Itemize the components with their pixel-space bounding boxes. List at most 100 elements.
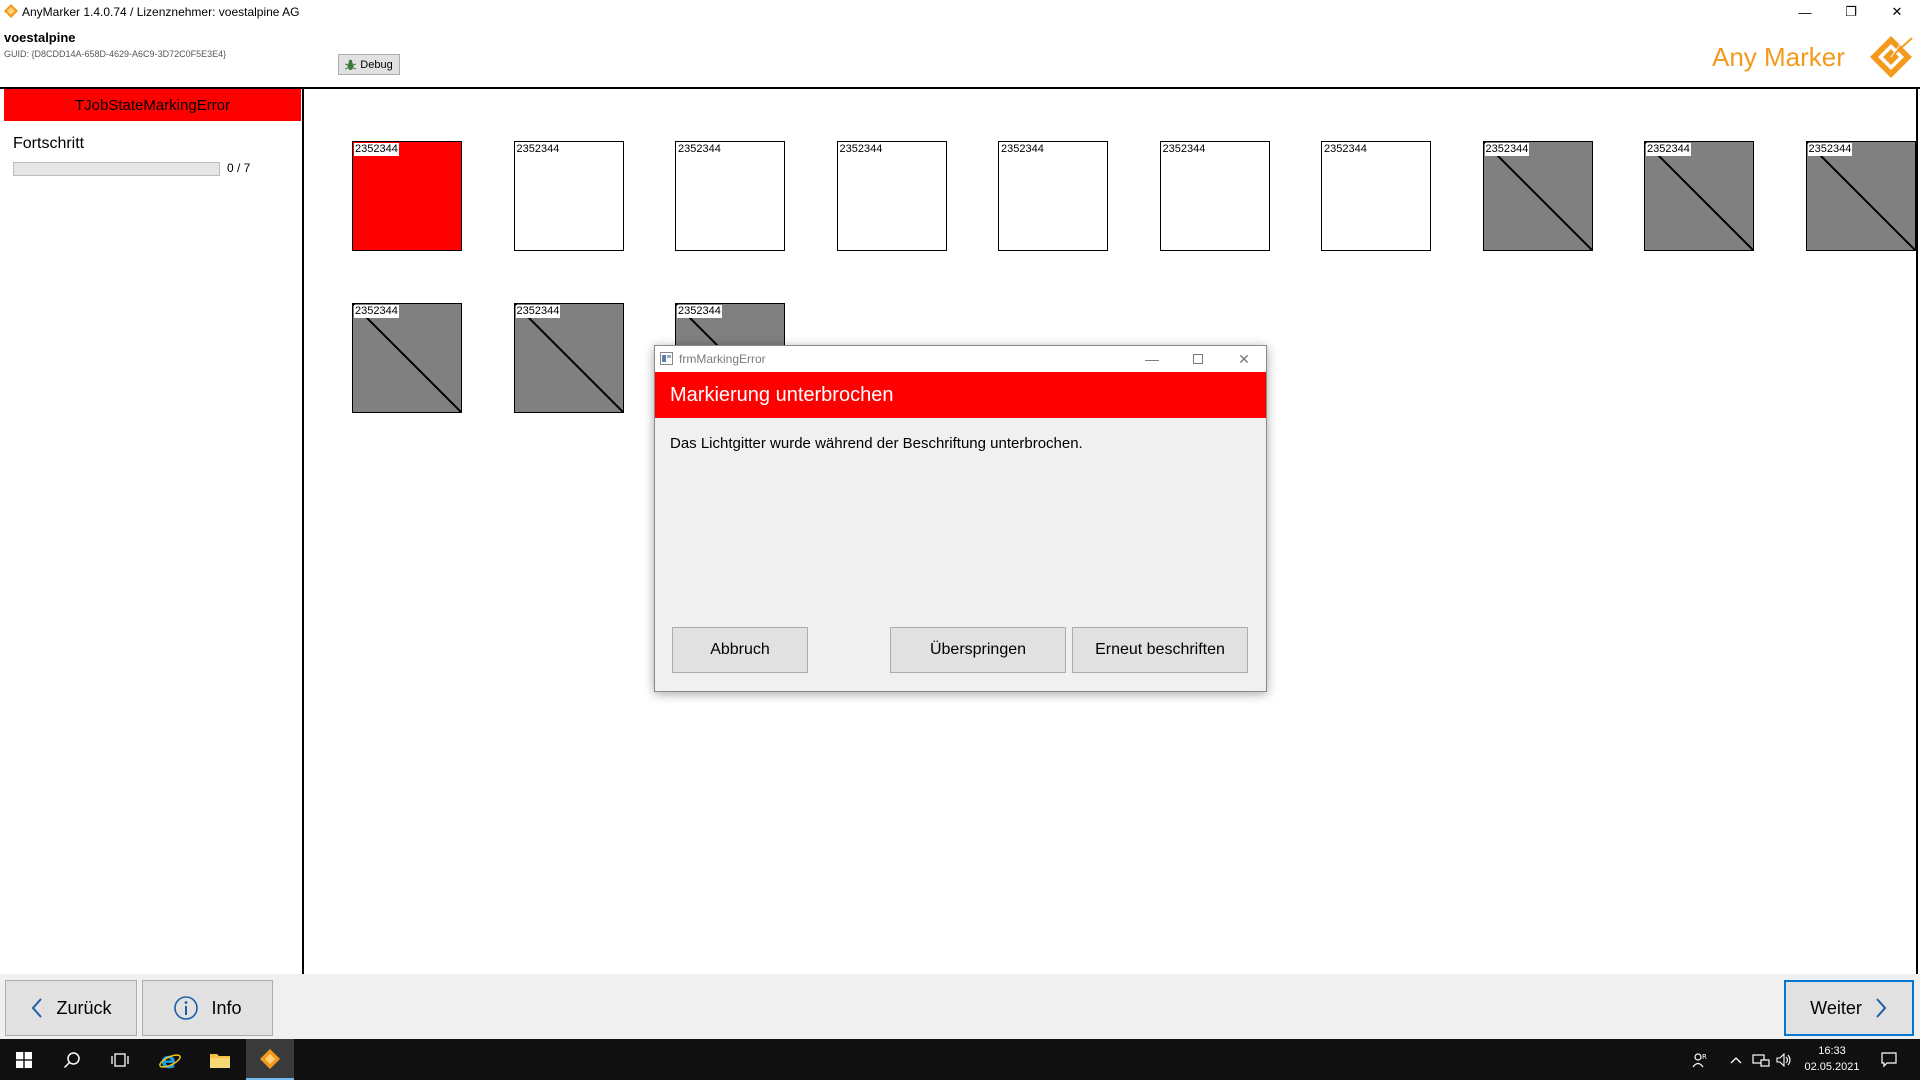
notifications-icon[interactable] — [1874, 1039, 1904, 1080]
tile-label: 2352344 — [354, 143, 399, 156]
close-button[interactable]: ✕ — [1874, 0, 1920, 24]
dialog-close-button[interactable]: ✕ — [1221, 346, 1267, 372]
tile-label: 2352344 — [515, 305, 561, 318]
svg-text:R: R — [1702, 1053, 1707, 1061]
window-title: AnyMarker 1.4.0.74 / Lizenznehmer: voest… — [22, 5, 300, 19]
marking-error-dialog: frmMarkingError — ✕ Markierung unterbroc… — [654, 345, 1267, 692]
taskbar-search-button[interactable] — [48, 1039, 96, 1080]
internet-explorer-icon: e — [159, 1049, 181, 1072]
chevron-up-icon — [1730, 1056, 1742, 1063]
dialog-message: Das Lichtgitter wurde während der Beschr… — [670, 435, 1083, 452]
dialog-window-icon — [660, 352, 673, 365]
tile-label: 2352344 — [677, 305, 722, 318]
tile-label: 2352344 — [1484, 143, 1530, 156]
network-icon[interactable] — [1752, 1039, 1774, 1080]
tile-label: 2352344 — [516, 143, 560, 155]
tile-label: 2352344 — [839, 143, 883, 155]
chevron-right-icon — [1876, 998, 1887, 1018]
info-button[interactable]: Info — [142, 980, 273, 1036]
volume-icon[interactable] — [1776, 1039, 1796, 1080]
back-label: Zurück — [56, 997, 112, 1018]
marking-tile[interactable]: 2352344 — [352, 303, 462, 413]
debug-button[interactable]: Debug — [338, 54, 400, 75]
marking-tile[interactable]: 2352344 — [513, 141, 624, 251]
anymarker-logo-graphic: Any Marker — [1712, 33, 1913, 78]
chevron-left-icon — [32, 998, 43, 1018]
tile-label: 2352344 — [678, 143, 721, 155]
tile-label: 2352344 — [354, 305, 399, 318]
task-view-icon — [111, 1052, 129, 1067]
progress-count: 0 / 7 — [227, 161, 251, 175]
dialog-window-title: frmMarkingError — [679, 352, 766, 366]
dialog-title-bar: frmMarkingError — ✕ — [655, 346, 1266, 372]
tile-done-diagonal — [1483, 142, 1592, 250]
tile-label: 2352344 — [1646, 143, 1691, 156]
start-button[interactable] — [0, 1039, 48, 1080]
task-view-button[interactable] — [96, 1039, 144, 1080]
folder-icon — [210, 1053, 230, 1068]
marking-tile[interactable]: 2352344 — [513, 303, 624, 413]
speaker-glyph-icon — [1776, 1052, 1791, 1067]
maximize-icon — [1193, 354, 1203, 364]
search-icon — [63, 1051, 80, 1068]
debug-label: Debug — [360, 58, 393, 71]
windows-taskbar: e R 16:33 02.05.2021 — [0, 1039, 1920, 1080]
tile-done-diagonal — [353, 304, 461, 412]
skip-button[interactable]: Überspringen — [890, 627, 1066, 673]
clock-date: 02.05.2021 — [1804, 1061, 1860, 1073]
next-button[interactable]: Weiter — [1784, 980, 1914, 1036]
tile-label: 2352344 — [1162, 143, 1206, 155]
marking-tile[interactable]: 2352344 — [352, 141, 462, 251]
company-name: voestalpine — [4, 30, 76, 45]
svg-text:Marker: Marker — [1764, 42, 1845, 72]
tile-done-diagonal — [1806, 142, 1915, 250]
network-glyph-icon — [1752, 1053, 1770, 1067]
anymarker-app-icon — [4, 4, 18, 18]
guid-text: GUID: {D8CDD14A-658D-4629-A6C9-3D72C0F5E… — [4, 49, 227, 59]
tray-overflow-chevron-icon[interactable] — [1730, 1039, 1748, 1080]
clock-time: 16:33 — [1818, 1045, 1846, 1057]
dialog-minimize-button[interactable]: — — [1129, 346, 1175, 372]
tile-label: 2352344 — [1001, 143, 1044, 155]
people-glyph-icon: R — [1692, 1053, 1707, 1067]
marking-tile[interactable]: 2352344 — [675, 141, 785, 251]
taskbar-anymarker[interactable] — [246, 1039, 294, 1080]
job-state-banner: TJobStateMarkingError — [4, 89, 301, 121]
info-label: Info — [211, 997, 242, 1018]
bug-icon — [345, 59, 357, 70]
anymarker-taskbar-icon — [260, 1048, 280, 1069]
job-state-panel: TJobStateMarkingError Fortschritt 0 / 7 — [0, 89, 304, 974]
tile-label: 2352344 — [1324, 143, 1367, 155]
marking-tile[interactable]: 2352344 — [836, 141, 947, 251]
progress-bar — [13, 162, 220, 176]
marking-tile[interactable]: 2352344 — [1321, 141, 1431, 251]
progress-label: Fortschritt — [13, 135, 85, 152]
back-button[interactable]: Zurück — [5, 980, 137, 1036]
action-center-icon — [1881, 1051, 1897, 1067]
dialog-header: Markierung unterbrochen — [655, 372, 1266, 418]
retry-marking-button[interactable]: Erneut beschriften — [1072, 627, 1248, 673]
marking-tile[interactable]: 2352344 — [1805, 141, 1916, 251]
restore-button[interactable]: ❐ — [1828, 0, 1874, 24]
anymarker-logo: Any Marker — [1708, 32, 1913, 80]
people-icon[interactable]: R — [1692, 1039, 1714, 1080]
marking-tile[interactable]: 2352344 — [998, 141, 1108, 251]
windows-logo-icon — [16, 1051, 32, 1068]
marking-tile[interactable]: 2352344 — [1159, 141, 1270, 251]
tile-label: 2352344 — [1807, 143, 1853, 156]
marking-tile[interactable]: 2352344 — [1644, 141, 1754, 251]
cancel-button[interactable]: Abbruch — [672, 627, 808, 673]
minimize-button[interactable]: — — [1782, 0, 1828, 24]
tile-done-diagonal — [1645, 142, 1753, 250]
dialog-maximize-button[interactable] — [1175, 346, 1221, 372]
title-bar: AnyMarker 1.4.0.74 / Lizenznehmer: voest… — [0, 0, 1920, 24]
taskbar-internet-explorer[interactable]: e — [146, 1039, 194, 1080]
bottom-navigation-bar: Zurück Info Weiter — [0, 974, 1920, 1039]
next-label: Weiter — [1810, 997, 1862, 1018]
taskbar-clock[interactable]: 16:33 02.05.2021 — [1796, 1043, 1868, 1075]
tile-done-diagonal — [514, 304, 623, 412]
svg-text:Any: Any — [1712, 42, 1757, 72]
info-icon — [174, 996, 199, 1020]
taskbar-file-explorer[interactable] — [196, 1039, 244, 1080]
marking-tile[interactable]: 2352344 — [1482, 141, 1593, 251]
